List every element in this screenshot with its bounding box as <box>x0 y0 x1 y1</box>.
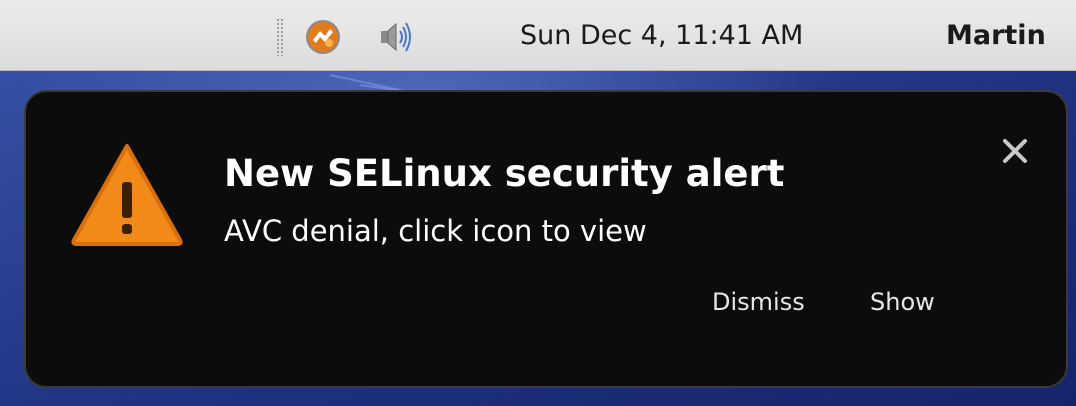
volume-icon[interactable] <box>376 18 414 56</box>
notification-body: AVC denial, click icon to view <box>224 214 647 248</box>
notification-bubble[interactable]: New SELinux security alert AVC denial, c… <box>24 90 1068 388</box>
software-update-icon[interactable] <box>304 18 342 56</box>
notification-title: New SELinux security alert <box>224 152 785 195</box>
warning-icon[interactable] <box>68 140 186 248</box>
top-panel: Sun Dec 4, 11:41 AM Martin <box>0 0 1076 71</box>
clock[interactable]: Sun Dec 4, 11:41 AM <box>520 20 803 51</box>
panel-drag-handle[interactable] <box>276 18 284 56</box>
close-icon[interactable] <box>998 134 1032 168</box>
user-menu[interactable]: Martin <box>946 20 1046 51</box>
show-button[interactable]: Show <box>870 288 935 316</box>
dismiss-button[interactable]: Dismiss <box>712 288 805 316</box>
